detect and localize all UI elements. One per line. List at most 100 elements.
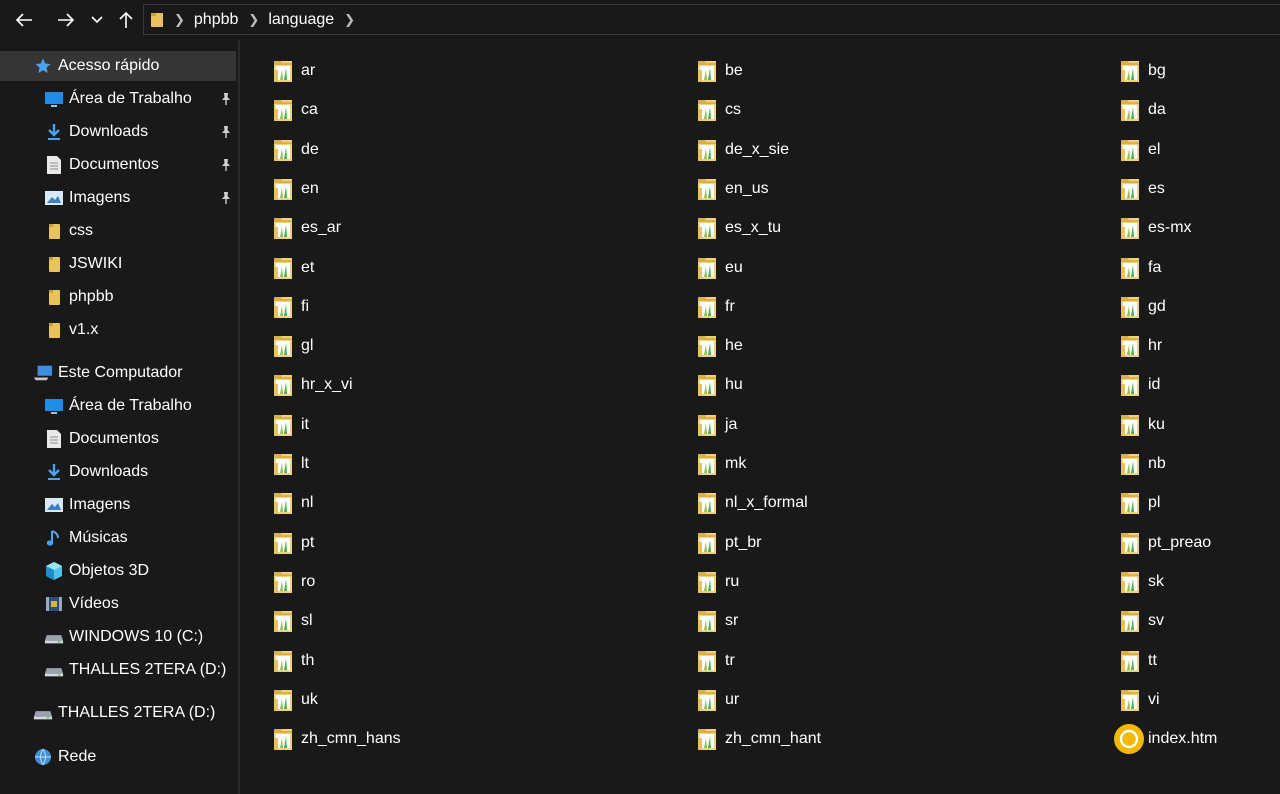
sidebar-item[interactable]: WINDOWS 10 (C:) [44,622,203,652]
breadcrumb-item[interactable]: language [268,11,334,29]
breadcrumb-item[interactable]: phpbb [194,11,239,29]
folder-icon [1119,569,1148,595]
folder-item[interactable]: es [1119,174,1165,204]
drive-icon [33,703,53,723]
folder-item[interactable]: sv [1119,606,1164,636]
folder-item[interactable]: eu [696,253,743,283]
folder-item[interactable]: zh_cmn_hans [272,724,401,754]
folder-item[interactable]: fa [1119,253,1161,283]
folder-item[interactable]: nb [1119,449,1166,479]
sidebar-item[interactable]: Rede [33,742,96,772]
folder-item[interactable]: sk [1119,567,1164,597]
folder-item[interactable]: gd [1119,292,1166,322]
sidebar-item[interactable]: JSWIKI [44,249,122,279]
sidebar-item[interactable]: Acesso rápido [0,51,236,81]
sidebar-item[interactable]: THALLES 2TERA (D:) [33,698,215,728]
folder-item[interactable]: uk [272,685,318,715]
sidebar-item[interactable]: Área de Trabalho [44,391,192,421]
folder-item[interactable]: vi [1119,685,1160,715]
folder-item[interactable]: es_x_tu [696,213,781,243]
folder-icon [272,215,301,241]
folder-item[interactable]: fr [696,292,735,322]
sidebar-item[interactable]: v1.x [44,315,98,345]
sidebar-item[interactable]: phpbb [44,282,114,312]
folder-item[interactable]: nl [272,488,313,518]
folder-item[interactable]: es-mx [1119,213,1192,243]
folder-icon [696,687,725,713]
folder-item[interactable]: id [1119,370,1160,400]
folder-item[interactable]: ku [1119,410,1165,440]
folder-item[interactable]: pl [1119,488,1160,518]
folder-item[interactable]: th [272,646,314,676]
folder-item[interactable]: tt [1119,646,1157,676]
folder-item[interactable]: pt [272,528,314,558]
folder-item[interactable]: es_ar [272,213,341,243]
sidebar-item[interactable]: Músicas [44,523,128,553]
pin-icon [218,157,234,173]
folder-item[interactable]: sr [696,606,738,636]
folder-item[interactable]: he [696,331,743,361]
sidebar-item[interactable]: Este Computador [33,358,183,388]
folder-item[interactable]: bg [1119,56,1166,86]
folder-item[interactable]: pt_br [696,528,761,558]
sidebar-item[interactable]: Área de Trabalho [44,84,192,114]
back-button[interactable] [10,6,38,34]
folder-item[interactable]: en [272,174,319,204]
folder-item[interactable]: el [1119,135,1160,165]
folder-item[interactable]: et [272,253,314,283]
recent-locations-button[interactable] [84,6,110,34]
sidebar-item[interactable]: Objetos 3D [44,556,149,586]
sidebar-item[interactable]: Vídeos [44,589,119,619]
folder-item[interactable]: cs [696,95,741,125]
chevron-right-icon[interactable]: ❯ [344,12,355,28]
sidebar-item[interactable]: Imagens [44,183,130,213]
sidebar-item[interactable]: Documentos [44,424,159,454]
sidebar-item[interactable]: Downloads [44,457,148,487]
item-name: de [301,140,319,158]
folder-item[interactable]: ca [272,95,318,125]
document-icon [44,155,64,175]
folder-item[interactable]: de_x_sie [696,135,789,165]
folder-item[interactable]: ur [696,685,739,715]
forward-button[interactable] [52,6,80,34]
folder-item[interactable]: be [696,56,743,86]
folder-item[interactable]: mk [696,449,746,479]
sidebar-item-label: phpbb [69,288,114,305]
folder-item[interactable]: de [272,135,319,165]
folder-item[interactable]: ar [272,56,315,86]
folder-item[interactable]: hr [1119,331,1162,361]
folder-item[interactable]: pt_preao [1119,528,1211,558]
image-icon [44,495,64,515]
up-button[interactable] [112,6,140,34]
folder-item[interactable]: zh_cmn_hant [696,724,821,754]
folder-item[interactable]: gl [272,331,313,361]
folder-item[interactable]: hu [696,370,743,400]
folder-item[interactable]: da [1119,95,1166,125]
folder-item[interactable]: it [272,410,309,440]
folder-icon [1119,58,1148,84]
item-name: bg [1148,62,1166,79]
sidebar-item[interactable]: Imagens [44,490,130,520]
sidebar-item[interactable]: THALLES 2TERA (D:) [44,655,226,685]
sidebar-item[interactable]: css [44,216,93,246]
folder-item[interactable]: hr_x_vi [272,370,353,400]
folder-item[interactable]: ja [696,410,737,440]
folder-icon [696,490,725,516]
folder-item[interactable]: ro [272,567,315,597]
folder-item[interactable]: ru [696,567,739,597]
folder-icon [1119,176,1148,202]
address-bar[interactable]: ❯ phpbb ❯ language ❯ [143,4,1280,35]
folder-item[interactable]: fi [272,292,309,322]
folder-icon [272,490,301,516]
sidebar-item[interactable]: Downloads [44,117,148,147]
folder-item[interactable]: lt [272,449,309,479]
folder-item[interactable]: sl [272,606,313,636]
file-item[interactable]: index.htm [1114,724,1217,755]
folder-item[interactable]: en_us [696,174,769,204]
item-name: fi [301,297,309,315]
folder-item[interactable]: tr [696,646,735,676]
sidebar-item-label: Imagens [69,496,131,513]
sidebar-item-label: Músicas [69,529,128,546]
folder-item[interactable]: nl_x_formal [696,488,808,518]
sidebar-item[interactable]: Documentos [44,150,159,180]
